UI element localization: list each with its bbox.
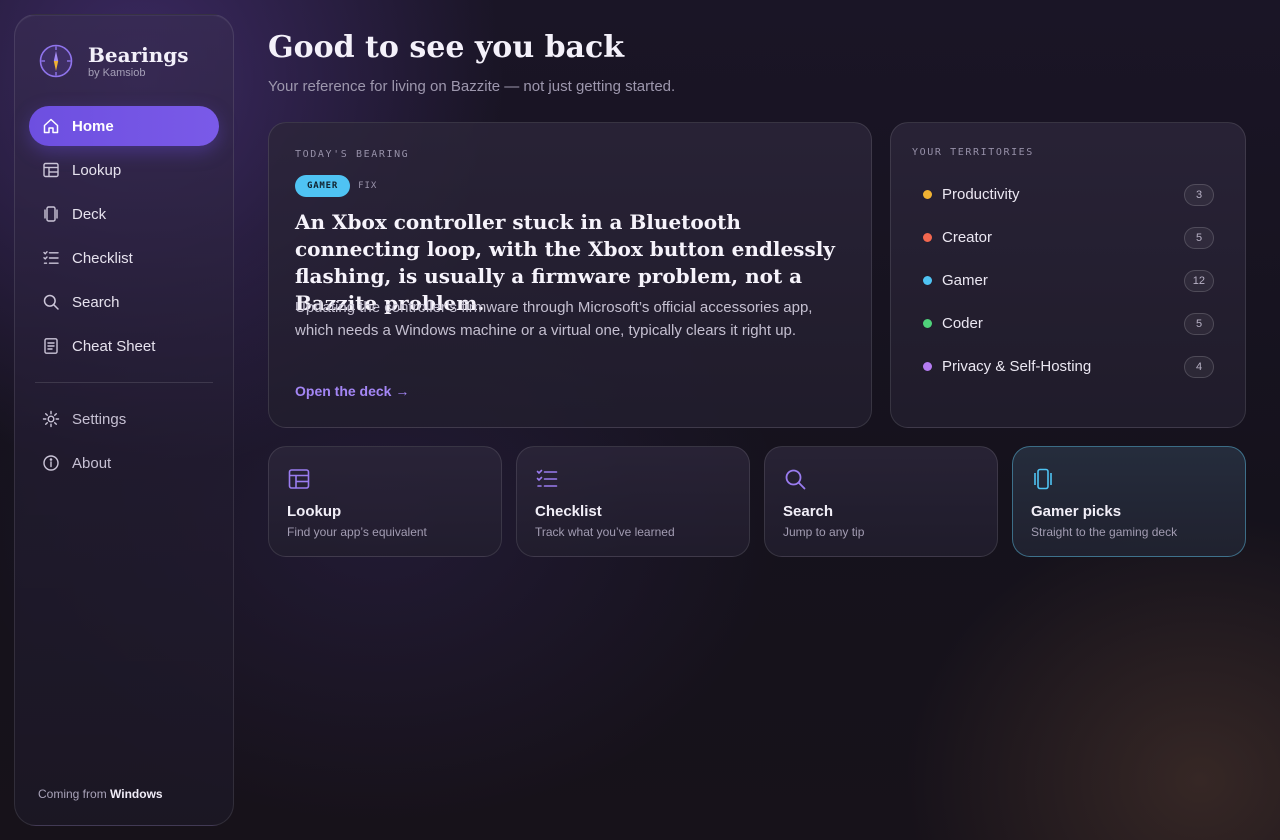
brand[interactable]: Bearings by Kamsiob bbox=[39, 43, 189, 79]
search-icon bbox=[785, 469, 806, 490]
document-icon bbox=[44, 338, 58, 354]
territory-count-badge: 5 bbox=[1184, 226, 1214, 249]
category-badge: GAMER bbox=[295, 175, 351, 197]
territory-privacy-self-hosting[interactable]: Privacy & Self-Hosting 4 bbox=[912, 345, 1214, 388]
quick-card-subtitle: Track what you’ve learned bbox=[535, 525, 675, 539]
table-icon bbox=[43, 162, 59, 178]
os-origin-name: Windows bbox=[110, 787, 163, 801]
territory-label: Coder bbox=[942, 315, 983, 332]
nav-label: Home bbox=[72, 117, 114, 135]
os-origin: Coming from Windows bbox=[38, 787, 163, 801]
quick-card-title: Lookup bbox=[287, 503, 342, 520]
nav-item-home[interactable]: Home bbox=[29, 106, 219, 146]
quick-card-title: Checklist bbox=[535, 503, 602, 520]
territory-creator[interactable]: Creator 5 bbox=[912, 216, 1214, 259]
quick-card-checklist[interactable]: Checklist Track what you’ve learned bbox=[516, 446, 750, 557]
page-title: Good to see you back bbox=[268, 30, 625, 65]
checklist-icon bbox=[43, 251, 59, 264]
nav-item-about[interactable]: About bbox=[29, 443, 219, 483]
nav-label: Deck bbox=[72, 205, 107, 223]
bearing-eyebrow: TODAY'S BEARING bbox=[295, 149, 410, 160]
sidebar: Bearings by Kamsiob Home Lookup Deck Che… bbox=[14, 14, 234, 826]
territory-dot bbox=[923, 362, 932, 371]
gear-icon bbox=[42, 410, 60, 428]
territories-eyebrow: YOUR TERRITORIES bbox=[912, 147, 1034, 158]
territory-gamer[interactable]: Gamer 12 bbox=[912, 259, 1214, 302]
territory-dot bbox=[923, 319, 932, 328]
quick-card-lookup[interactable]: Lookup Find your app’s equivalent bbox=[268, 446, 502, 557]
territory-label: Productivity bbox=[942, 186, 1020, 203]
quick-card-search[interactable]: Search Jump to any tip bbox=[764, 446, 998, 557]
nav-item-settings[interactable]: Settings bbox=[29, 399, 219, 439]
territory-count-badge: 12 bbox=[1183, 269, 1214, 292]
checklist-icon bbox=[536, 469, 558, 487]
quick-card-title: Search bbox=[783, 503, 834, 520]
deck-icon bbox=[44, 206, 58, 222]
quick-card-subtitle: Jump to any tip bbox=[783, 525, 865, 539]
territory-count-badge: 3 bbox=[1184, 183, 1214, 206]
nav-label: About bbox=[72, 454, 112, 472]
nav-label: Cheat Sheet bbox=[72, 337, 156, 355]
territory-dot bbox=[923, 276, 932, 285]
bearing-tags: GAMER FIX bbox=[295, 175, 377, 197]
territory-label: Privacy & Self-Hosting bbox=[942, 358, 1092, 375]
nav-label: Settings bbox=[72, 410, 127, 428]
kind-label: FIX bbox=[358, 181, 378, 191]
open-deck-link[interactable]: Open the deck → bbox=[295, 383, 409, 399]
territory-coder[interactable]: Coder 5 bbox=[912, 302, 1214, 345]
nav-item-lookup[interactable]: Lookup bbox=[29, 150, 219, 190]
primary-nav: Home Lookup Deck Checklist Search Cheat … bbox=[29, 106, 219, 370]
bearing-body: Updating the controller’s firmware throu… bbox=[295, 299, 813, 339]
territory-label: Creator bbox=[942, 229, 993, 246]
todays-bearing-card: TODAY'S BEARING GAMER FIX An Xbox contro… bbox=[268, 122, 872, 428]
territory-count-badge: 4 bbox=[1184, 355, 1214, 378]
nav-item-checklist[interactable]: Checklist bbox=[29, 238, 219, 278]
quick-card-subtitle: Find your app’s equivalent bbox=[287, 525, 427, 539]
territory-productivity[interactable]: Productivity 3 bbox=[912, 173, 1214, 216]
os-origin-prefix: Coming from bbox=[38, 787, 107, 801]
territory-count-badge: 5 bbox=[1184, 312, 1214, 335]
quick-card-subtitle: Straight to the gaming deck bbox=[1031, 525, 1178, 539]
nav-label: Lookup bbox=[72, 161, 122, 179]
quick-card-title: Gamer picks bbox=[1031, 503, 1122, 520]
search-icon bbox=[43, 294, 59, 310]
deck-icon bbox=[1034, 468, 1052, 490]
territories-card: YOUR TERRITORIES Productivity 3 Creator … bbox=[890, 122, 1246, 428]
brand-subtitle: by Kamsiob bbox=[88, 67, 146, 79]
table-icon bbox=[288, 469, 310, 489]
nav-divider bbox=[35, 382, 213, 383]
nav-item-cheat-sheet[interactable]: Cheat Sheet bbox=[29, 326, 219, 366]
secondary-nav: Settings About bbox=[29, 399, 219, 487]
territory-dot bbox=[923, 233, 932, 242]
compass-logo-icon bbox=[39, 44, 73, 78]
page-subtitle: Your reference for living on Bazzite — n… bbox=[268, 78, 676, 95]
quick-card-gamer-picks[interactable]: Gamer picks Straight to the gaming deck bbox=[1012, 446, 1246, 557]
territories-list: Productivity 3 Creator 5 Gamer 12 Coder … bbox=[912, 173, 1214, 388]
nav-label: Checklist bbox=[72, 249, 133, 267]
territory-label: Gamer bbox=[942, 272, 988, 289]
home-icon bbox=[43, 118, 59, 134]
info-icon bbox=[43, 455, 59, 471]
nav-label: Search bbox=[72, 293, 120, 311]
brand-name: Bearings bbox=[88, 43, 189, 67]
nav-item-search[interactable]: Search bbox=[29, 282, 219, 322]
nav-item-deck[interactable]: Deck bbox=[29, 194, 219, 234]
territory-dot bbox=[923, 190, 932, 199]
